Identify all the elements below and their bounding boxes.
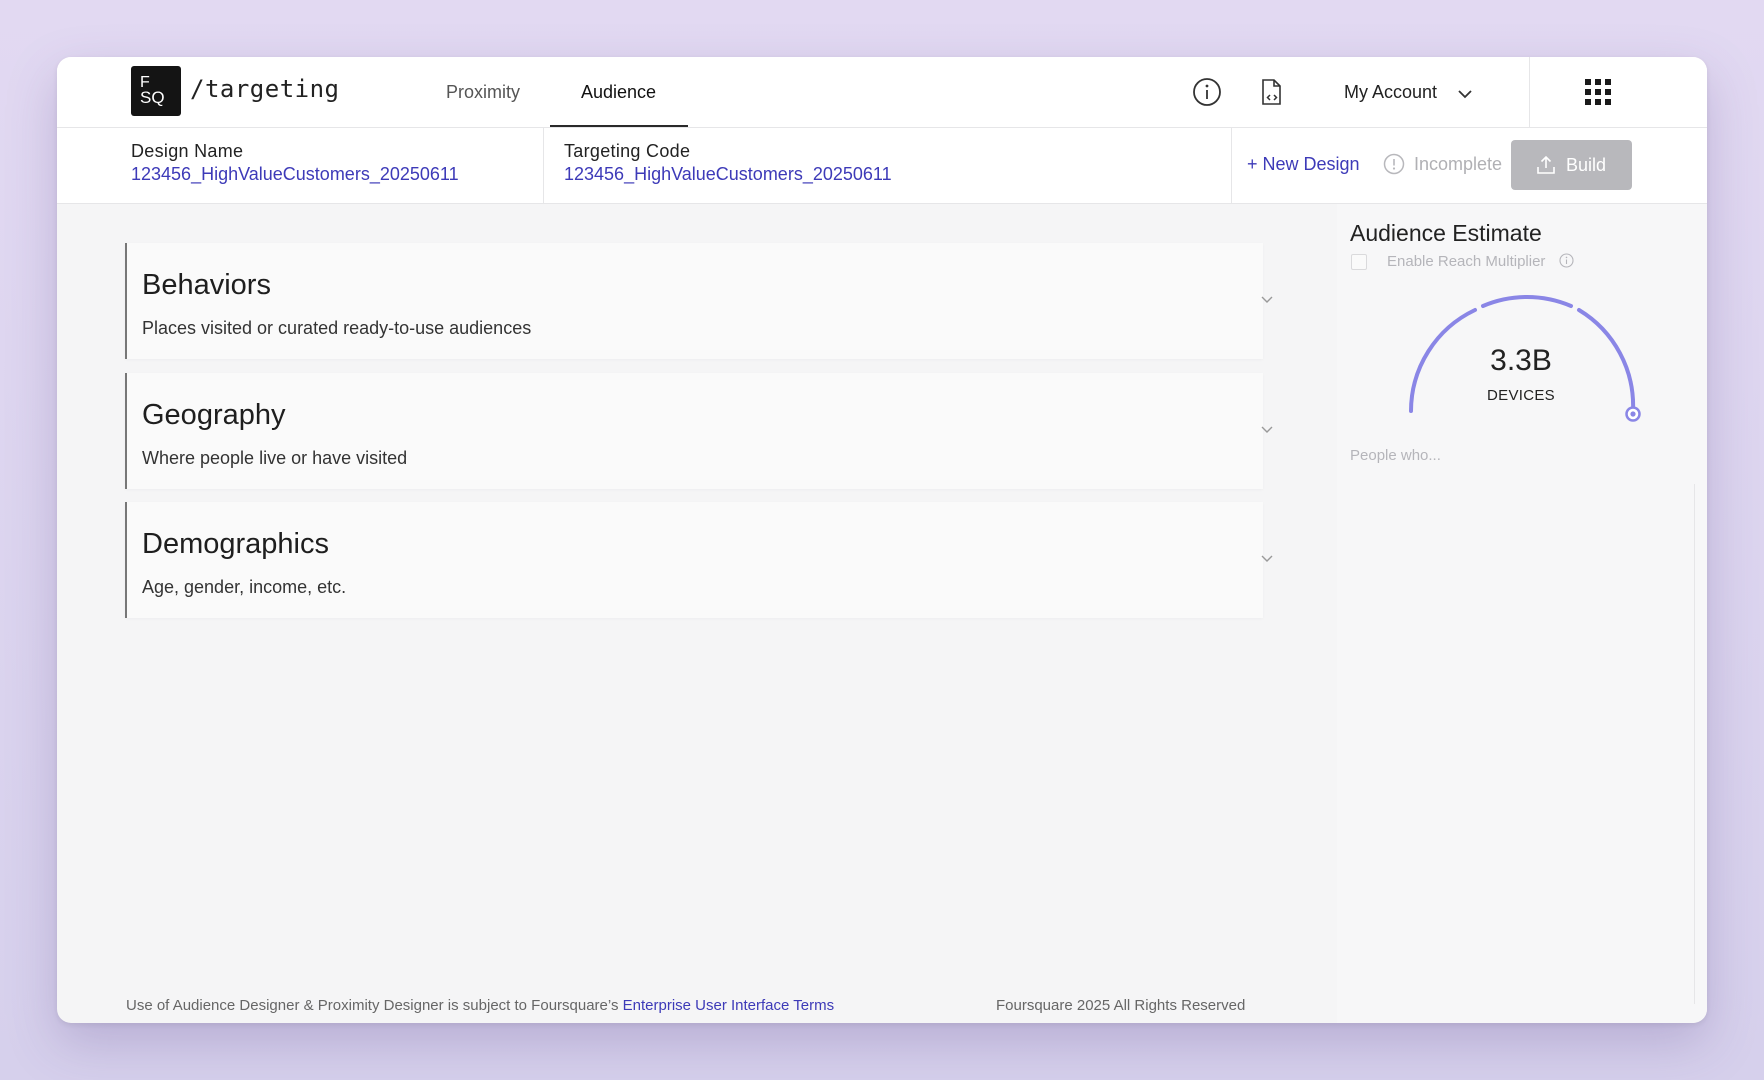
build-button[interactable]: Build — [1511, 140, 1632, 190]
app-window: F SQ /targeting Proximity Audience My Ac… — [57, 57, 1707, 1023]
apps-grid-icon[interactable] — [1585, 79, 1611, 105]
build-label: Build — [1566, 155, 1607, 175]
terms-link[interactable]: Enterprise User Interface Terms — [623, 997, 834, 1014]
design-name-label: Design Name — [131, 141, 244, 161]
design-name-value[interactable]: 123456_HighValueCustomers_20250611 — [131, 164, 459, 185]
my-account-menu[interactable]: My Account — [1344, 57, 1472, 127]
section-title: Behaviors — [142, 269, 271, 301]
new-design-button[interactable]: + New Design — [1247, 154, 1360, 175]
section-card-demographics[interactable]: Demographics Age, gender, income, etc. — [125, 502, 1273, 618]
chevron-down-icon — [1458, 58, 1472, 128]
section-title: Demographics — [142, 528, 329, 560]
divider — [543, 128, 544, 203]
chevron-down-icon — [1261, 426, 1273, 433]
section-description: Age, gender, income, etc. — [142, 577, 347, 597]
footer-terms: Use of Audience Designer & Proximity Des… — [126, 997, 834, 1014]
active-tab-indicator — [550, 125, 688, 127]
logo-letters-sq: SQ — [140, 88, 165, 107]
divider — [1231, 128, 1232, 203]
tab-proximity[interactable]: Proximity — [446, 57, 520, 127]
account-label: My Account — [1344, 82, 1438, 102]
targeting-code-value[interactable]: 123456_HighValueCustomers_20250611 — [564, 164, 892, 185]
fsq-logo[interactable]: F SQ — [131, 66, 181, 116]
brand-name: /targeting — [190, 75, 340, 103]
people-who-placeholder: People who... — [1350, 447, 1441, 464]
section-description: Where people live or have visited — [142, 448, 408, 468]
chevron-down-icon — [1261, 555, 1273, 562]
info-icon[interactable] — [1559, 253, 1574, 268]
estimate-value: 3.3B — [1490, 344, 1552, 377]
footer-copyright: Foursquare 2025 All Rights Reserved — [996, 997, 1246, 1014]
reach-multiplier-checkbox[interactable] — [1351, 254, 1367, 270]
reach-multiplier-label: Enable Reach Multiplier — [1387, 253, 1546, 270]
top-nav: F SQ /targeting Proximity Audience My Ac… — [57, 57, 1707, 128]
estimate-unit: DEVICES — [1487, 387, 1555, 404]
tab-audience[interactable]: Audience — [581, 57, 656, 127]
section-description: Places visited or curated ready-to-use a… — [142, 318, 532, 338]
targeting-code-label: Targeting Code — [564, 141, 691, 161]
nav-divider — [1529, 57, 1530, 127]
section-title: Geography — [142, 399, 286, 431]
section-card-behaviors[interactable]: Behaviors Places visited or curated read… — [125, 243, 1273, 359]
chevron-down-icon — [1261, 296, 1273, 303]
incomplete-status-icon — [1383, 153, 1405, 175]
footer-terms-text: Use of Audience Designer & Proximity Des… — [126, 997, 623, 1014]
info-icon[interactable] — [1191, 76, 1223, 108]
panel-divider — [1694, 484, 1695, 1004]
audience-estimate-title: Audience Estimate — [1350, 220, 1542, 246]
design-bar: Design Name 123456_HighValueCustomers_20… — [57, 128, 1707, 204]
upload-icon — [1537, 155, 1555, 174]
section-card-geography[interactable]: Geography Where people live or have visi… — [125, 373, 1273, 489]
status-label: Incomplete — [1414, 154, 1503, 174]
code-file-icon[interactable] — [1255, 76, 1287, 108]
